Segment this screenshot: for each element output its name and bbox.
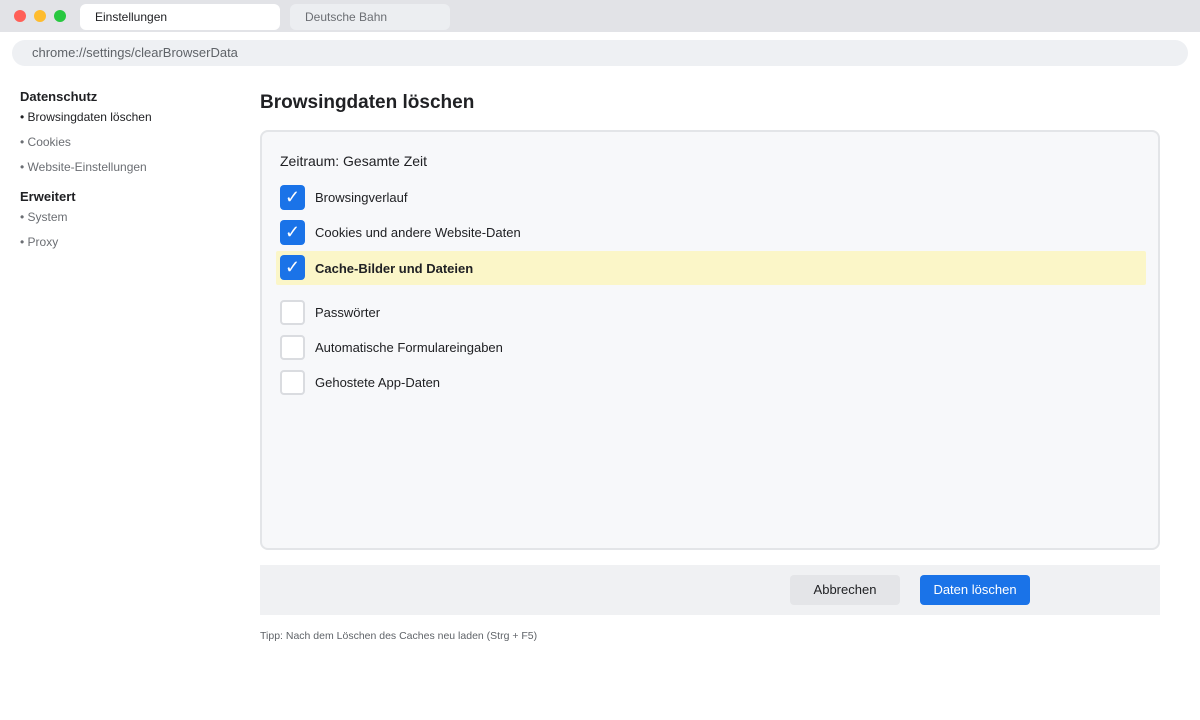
sidebar-heading-datenschutz: Datenschutz — [20, 89, 98, 104]
option-cache[interactable]: ✓ Cache-Bilder und Dateien — [276, 251, 1146, 285]
dialog-footer: Abbrechen Daten löschen — [260, 565, 1160, 615]
title-bar: Einstellungen Deutsche Bahn — [0, 0, 1200, 32]
sidebar-item-cookies[interactable]: • Cookies — [20, 130, 240, 155]
clear-data-panel: Zeitraum: Gesamte Zeit ✓ Browsingverlauf… — [260, 130, 1160, 550]
option-app-daten[interactable]: Gehostete App-Daten — [280, 370, 1130, 396]
sidebar-item-system[interactable]: • System — [20, 205, 240, 230]
cancel-button[interactable]: Abbrechen — [790, 575, 900, 605]
sidebar-item-website-einstellungen[interactable]: • Website-Einstellungen — [20, 155, 240, 180]
option-formulareingaben[interactable]: Automatische Formulareingaben — [280, 335, 1130, 361]
option-label: Passwörter — [315, 305, 381, 320]
minimize-window-button[interactable] — [34, 10, 46, 22]
option-browsingverlauf[interactable]: ✓ Browsingverlauf — [280, 185, 1130, 211]
tip-text: Tipp: Nach dem Löschen des Caches neu la… — [260, 630, 538, 642]
passwoerter-checkbox[interactable] — [280, 300, 305, 325]
option-label: Cookies und andere Website-Daten — [315, 225, 521, 240]
app-daten-checkbox[interactable] — [280, 370, 305, 395]
option-passwoerter[interactable]: Passwörter — [280, 300, 1130, 326]
sidebar-item-browsingdaten-loeschen[interactable]: • Browsingdaten löschen — [20, 105, 240, 130]
settings-sidebar: Datenschutz • Browsingdaten löschen • Co… — [20, 88, 240, 255]
close-window-button[interactable] — [14, 10, 26, 22]
sidebar-heading-erweitert: Erweitert — [20, 189, 76, 204]
cache-checkbox[interactable]: ✓ — [280, 255, 305, 280]
option-label: Gehostete App-Daten — [315, 375, 441, 390]
option-label: Cache-Bilder und Dateien — [315, 261, 474, 276]
time-range-select[interactable]: Zeitraum: Gesamte Zeit — [280, 153, 427, 169]
option-label: Automatische Formulareingaben — [315, 340, 503, 355]
page-title: Browsingdaten löschen — [260, 92, 475, 113]
option-label: Browsingverlauf — [315, 190, 408, 205]
tab-deutsche-bahn[interactable]: Deutsche Bahn — [290, 4, 450, 30]
browsingverlauf-checkbox[interactable]: ✓ — [280, 185, 305, 210]
tab-einstellungen[interactable]: Einstellungen — [80, 4, 280, 30]
sidebar-item-proxy[interactable]: • Proxy — [20, 230, 240, 255]
address-bar[interactable]: chrome://settings/clearBrowserData — [12, 40, 1188, 66]
cookies-checkbox[interactable]: ✓ — [280, 220, 305, 245]
option-cookies[interactable]: ✓ Cookies und andere Website-Daten — [280, 220, 1130, 246]
clear-data-button[interactable]: Daten löschen — [920, 575, 1030, 605]
maximize-window-button[interactable] — [54, 10, 66, 22]
formulareingaben-checkbox[interactable] — [280, 335, 305, 360]
